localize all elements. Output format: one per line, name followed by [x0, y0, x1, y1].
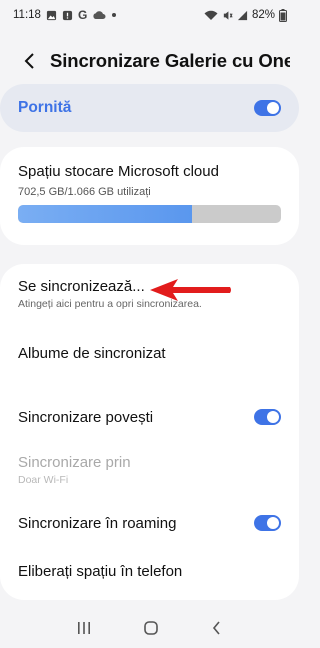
- master-toggle[interactable]: [254, 100, 281, 116]
- status-left: 11:18 G: [13, 8, 117, 22]
- roaming-toggle[interactable]: [254, 515, 281, 531]
- chevron-left-icon: [24, 53, 34, 69]
- back-nav-icon[interactable]: [211, 620, 223, 641]
- sync-via-subtitle: Doar Wi-Fi: [18, 474, 69, 486]
- master-switch-label: Pornită: [18, 99, 72, 116]
- image-icon: [46, 10, 57, 21]
- stories-row[interactable]: Sincronizare povești: [18, 407, 281, 427]
- status-time: 11:18: [13, 9, 41, 21]
- free-space-title: Eliberați spațiu în telefon: [18, 563, 183, 580]
- storage-usage: 702,5 GB/1.066 GB utilizați: [18, 186, 151, 198]
- storage-card[interactable]: Spațiu stocare Microsoft cloud 702,5 GB/…: [0, 147, 299, 245]
- storage-progress-fill: [18, 205, 192, 223]
- dot-icon: [111, 12, 117, 18]
- battery-text: 82%: [251, 9, 275, 21]
- google-icon: G: [77, 8, 88, 22]
- alert-badge-icon: [62, 10, 73, 21]
- page-title: Sincronizare Galerie cu One...: [50, 50, 290, 71]
- recents-icon[interactable]: [76, 621, 92, 640]
- signal-icon: [237, 10, 248, 21]
- roaming-row[interactable]: Sincronizare în roaming: [18, 513, 281, 533]
- stories-title: Sincronizare povești: [18, 408, 154, 426]
- roaming-title: Sincronizare în roaming: [18, 514, 177, 532]
- wifi-icon: [204, 10, 218, 21]
- battery-icon: [279, 8, 287, 22]
- storage-progress-bar: [18, 205, 281, 223]
- back-button[interactable]: [12, 41, 48, 81]
- system-nav-bar: [0, 612, 299, 648]
- annotation-arrow-icon: [150, 279, 231, 301]
- storage-title: Spațiu stocare Microsoft cloud: [18, 163, 219, 180]
- albums-row[interactable]: Albume de sincronizat: [18, 345, 281, 362]
- mute-icon: [222, 10, 233, 21]
- free-space-row[interactable]: Eliberați spațiu în telefon: [18, 563, 281, 580]
- status-right: 82%: [204, 8, 287, 22]
- app-header: Sincronizare Galerie cu One...: [0, 38, 299, 84]
- status-bar: 11:18 G 82%: [0, 0, 299, 30]
- sync-via-title: Sincronizare prin: [18, 454, 131, 471]
- master-switch-row[interactable]: Pornită: [0, 84, 299, 132]
- sync-settings-card: Se sincronizează... Atingeți aici pentru…: [0, 264, 299, 600]
- cloud-icon: [92, 10, 106, 20]
- home-icon[interactable]: [143, 620, 159, 641]
- stories-toggle[interactable]: [254, 409, 281, 425]
- albums-title: Albume de sincronizat: [18, 345, 166, 362]
- sync-via-row: Sincronizare prin Doar Wi-Fi: [18, 454, 281, 486]
- sync-via-text: Sincronizare prin Doar Wi-Fi: [18, 454, 131, 486]
